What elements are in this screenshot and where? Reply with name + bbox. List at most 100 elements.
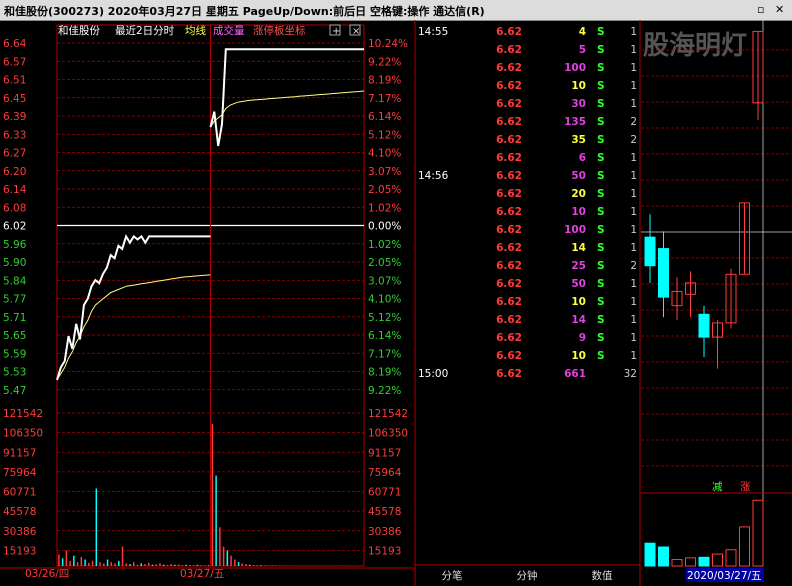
tick-time: 14:55 xyxy=(418,26,448,38)
window-titlebar: 和佳股份(300273) 2020年03月27日 星期五 PageUp/Down… xyxy=(0,0,792,21)
kline-panel[interactable]: 股海明灯6.62减涨2020/03/27/五 xyxy=(641,20,792,582)
tick-count: 1 xyxy=(630,170,637,182)
kline-volume-bar xyxy=(685,557,696,567)
tick-direction: S xyxy=(597,116,605,128)
tick-volume: 30 xyxy=(571,98,586,110)
day1-date-label: 03/26/四 xyxy=(25,568,69,580)
pct-tick-label: 1.02% xyxy=(368,202,401,214)
candle-body xyxy=(698,313,710,338)
volume-tick-label-right: 75964 xyxy=(368,467,402,479)
volume-tick-label: 15193 xyxy=(3,545,36,557)
tick-volume: 50 xyxy=(571,170,586,182)
tick-row: 6.62 14 S 1 xyxy=(496,314,637,326)
kline-volume-bar xyxy=(712,553,723,567)
tick-direction: S xyxy=(597,98,605,110)
candle[interactable] xyxy=(671,277,683,320)
tab-fenbi[interactable]: 分笔 xyxy=(442,569,463,582)
tick-volume: 10 xyxy=(571,350,586,362)
tick-price: 6.62 xyxy=(496,314,522,326)
tick-count: 1 xyxy=(630,206,637,218)
tick-volume: 100 xyxy=(564,62,586,74)
pct-tick-label: 7.17% xyxy=(368,93,401,105)
price-tick-label: 5.90 xyxy=(3,257,26,269)
close-window-icon[interactable]: ✕ xyxy=(775,3,784,16)
main-panel: 和佳股份 最近2日分时 均线 成交量 涨停板坐标 + × 6.64 10.24% 6.57 9.22… xyxy=(0,20,792,586)
pct-tick-label: 3.07% xyxy=(368,275,401,287)
pct-tick-label: 9.22% xyxy=(368,385,401,397)
tick-direction: S xyxy=(597,332,605,344)
price-tick-label: 5.84 xyxy=(3,275,27,287)
restore-icon[interactable]: ▫ xyxy=(757,3,764,16)
tick-volume: 5 xyxy=(579,44,586,56)
tick-count: 2 xyxy=(630,260,637,272)
volume-tick-label-right: 15193 xyxy=(368,545,401,557)
candle[interactable] xyxy=(698,305,710,358)
volume-tick-label: 106350 xyxy=(3,428,43,440)
price-tick-label: 5.71 xyxy=(3,312,26,324)
tab-shuzhi[interactable]: 数值 xyxy=(592,569,613,582)
tick-direction: S xyxy=(597,314,605,326)
pct-tick-label: 8.19% xyxy=(368,367,401,379)
pct-tick-label: 4.10% xyxy=(368,148,401,160)
tick-price: 6.62 xyxy=(496,260,522,272)
chart-period-label: 最近2日分时 xyxy=(115,24,175,37)
price-tick-label: 6.57 xyxy=(3,56,26,68)
tick-price: 6.62 xyxy=(496,368,522,380)
raise-label: 涨 xyxy=(740,481,751,493)
volume-tick-label-right: 30386 xyxy=(368,526,402,538)
tick-price: 6.62 xyxy=(496,134,522,146)
tick-count: 2 xyxy=(630,134,637,146)
tick-price: 6.62 xyxy=(496,188,522,200)
tick-row: 14:55 6.62 4 S 1 xyxy=(418,26,637,38)
tick-list: 14:55 6.62 4 S 16.62 5 S 16.62 100 S 16.62 10 S 16.62… xyxy=(414,20,641,586)
candle[interactable] xyxy=(739,202,750,275)
tick-price: 6.62 xyxy=(496,98,522,110)
price-tick-label: 5.77 xyxy=(3,294,26,306)
tick-price: 6.62 xyxy=(496,152,522,164)
tick-volume: 10 xyxy=(571,206,586,218)
tick-volume: 50 xyxy=(571,278,586,290)
price-tick-label: 6.14 xyxy=(3,184,27,196)
tick-volume: 135 xyxy=(564,116,586,128)
candle[interactable] xyxy=(644,214,656,283)
pct-tick-label: 1.02% xyxy=(368,239,401,251)
watermark: 股海明灯 xyxy=(643,31,747,61)
pct-tick-label: 3.07% xyxy=(368,166,401,178)
tick-direction: S xyxy=(597,224,605,236)
volume-label: 成交量 xyxy=(213,24,245,37)
price-tick-label: 6.27 xyxy=(3,148,26,160)
tick-price: 6.62 xyxy=(496,62,522,74)
tick-row: 6.62 6 S 1 xyxy=(496,152,637,164)
price-tick-label: 5.96 xyxy=(3,239,27,251)
tick-count: 1 xyxy=(630,350,637,362)
tick-time: 14:56 xyxy=(418,170,449,182)
tick-volume: 661 xyxy=(564,368,586,380)
pct-tick-label: 10.24% xyxy=(368,38,408,50)
kline-volume-bar xyxy=(658,546,669,567)
reduce-label: 减 xyxy=(712,481,723,493)
pct-tick-label: 2.05% xyxy=(368,257,401,269)
candle[interactable] xyxy=(725,268,737,329)
tick-count: 1 xyxy=(630,224,637,236)
candle[interactable] xyxy=(712,320,723,369)
tick-direction: S xyxy=(597,350,605,362)
tick-count: 1 xyxy=(630,332,637,344)
tick-price: 6.62 xyxy=(496,242,522,254)
tick-direction: S xyxy=(597,206,605,218)
tick-row: 6.62 35 S 2 xyxy=(496,134,637,146)
tick-count: 1 xyxy=(630,278,637,290)
tick-row: 6.62 9 S 1 xyxy=(496,332,637,344)
tick-price: 6.62 xyxy=(496,278,522,290)
tick-direction: S xyxy=(597,80,605,92)
tick-price: 6.62 xyxy=(496,116,522,128)
tick-direction: S xyxy=(597,62,605,74)
candle[interactable] xyxy=(658,231,669,318)
tab-fenzhong[interactable]: 分钟 xyxy=(517,569,538,582)
tick-volume: 14 xyxy=(571,242,586,254)
svg-text:+: + xyxy=(332,26,340,37)
intraday-chart[interactable]: 和佳股份 最近2日分时 均线 成交量 涨停板坐标 + × 6.64 10.24% 6.57 9.22… xyxy=(0,24,415,580)
tick-row: 15:00 6.62 661 32 xyxy=(418,368,637,380)
tick-row: 6.62 50 S 1 xyxy=(496,278,637,290)
tick-price: 6.62 xyxy=(496,332,522,344)
tick-direction: S xyxy=(597,188,605,200)
